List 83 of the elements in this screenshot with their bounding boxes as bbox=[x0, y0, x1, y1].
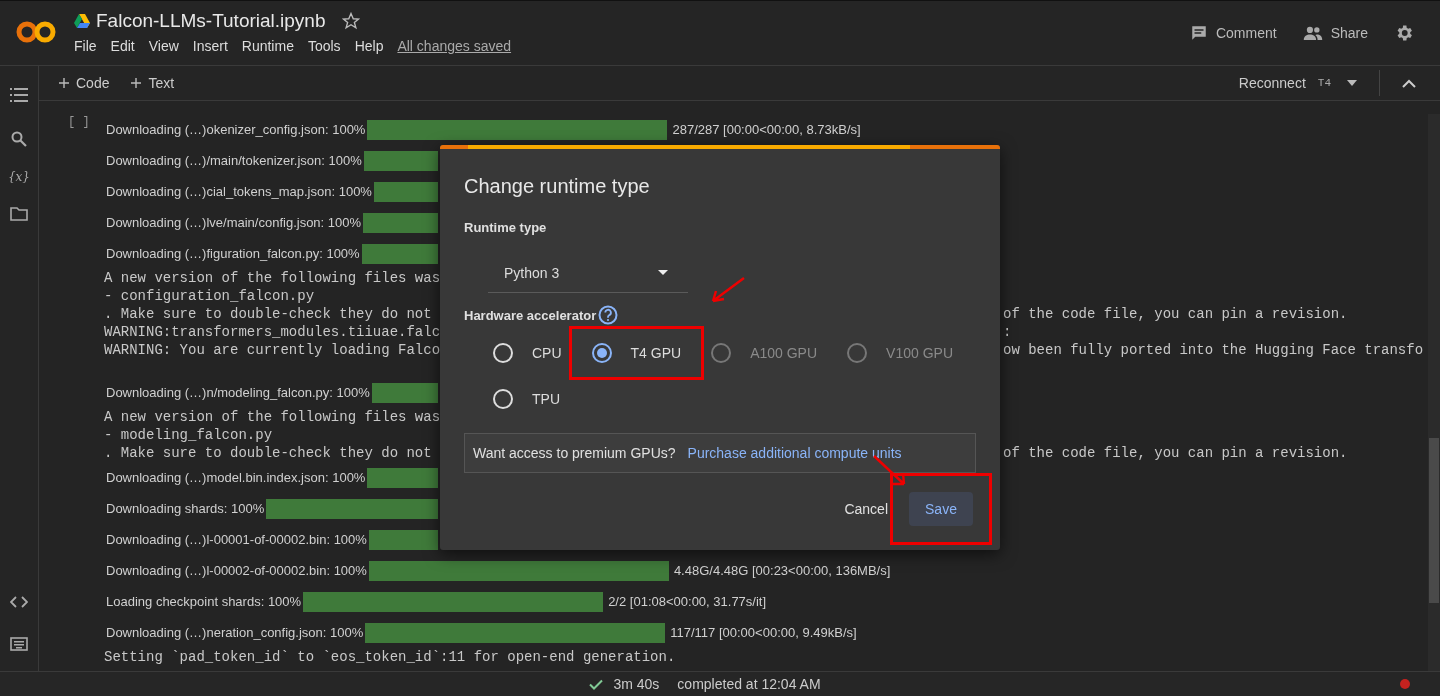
comment-button[interactable]: Comment bbox=[1189, 24, 1277, 42]
menu-item[interactable]: Runtime bbox=[241, 38, 294, 54]
output-text: A new version of the following files was bbox=[104, 409, 441, 425]
menu-item[interactable]: Insert bbox=[192, 38, 228, 54]
output-text: : bbox=[1003, 324, 1012, 340]
progress-bar bbox=[368, 529, 438, 550]
output-text: of the code file, you can pin a revision. bbox=[1003, 306, 1348, 322]
reconnect-button[interactable]: Reconnect bbox=[1238, 75, 1306, 91]
keyboard-icon[interactable] bbox=[10, 637, 28, 651]
dialog-title: Change runtime type bbox=[464, 175, 650, 199]
progress-stats: 4.48G/4.48G [00:23<00:00, 136MB/s] bbox=[673, 563, 891, 578]
progress-stats: 117/117 [00:00<00:00, 9.49kB/s] bbox=[670, 625, 857, 640]
progress-label: Downloading (…)l-00002-of-00002.bin: 100% bbox=[106, 563, 367, 578]
progress-label: Downloading (…)cial_tokens_map.json: 100% bbox=[106, 184, 372, 199]
caret-icon[interactable] bbox=[1347, 80, 1357, 86]
save-status-link[interactable]: All changes saved bbox=[397, 38, 512, 54]
output-text: WARNING: You are currently loading Falco bbox=[104, 342, 441, 358]
menu-item[interactable]: File bbox=[74, 38, 97, 54]
progress-stats: 287/287 [00:00<00:00, 8.73kB/s] bbox=[672, 122, 861, 137]
drive-icon[interactable] bbox=[74, 14, 90, 28]
people-icon[interactable] bbox=[1302, 26, 1323, 40]
save-button[interactable]: Save bbox=[909, 492, 973, 526]
cell-run-bracket[interactable]: [ ] bbox=[68, 115, 90, 129]
progress-label: Downloading (…)lve/main/config.json: 100% bbox=[106, 215, 362, 230]
plus-icon[interactable] bbox=[131, 78, 142, 88]
collapse-icon[interactable] bbox=[1402, 78, 1416, 88]
radio-option[interactable]: CPU bbox=[493, 343, 562, 364]
plus-icon[interactable] bbox=[59, 78, 69, 88]
progress-label: Downloading (…)figuration_falcon.py: 100% bbox=[106, 246, 360, 261]
progress-label: Downloading (…)neration_config.json: 100% bbox=[106, 625, 364, 640]
menu-item[interactable]: View bbox=[148, 38, 179, 54]
runtime-select[interactable]: Python 3 bbox=[488, 253, 688, 294]
output-text: ow been fully ported into the Hugging Face transfo bbox=[1003, 342, 1424, 358]
status-dot-icon bbox=[1400, 679, 1410, 689]
output-text: - configuration_falcon.py bbox=[104, 288, 315, 304]
run-duration: 3m 40s bbox=[613, 676, 660, 692]
status-message: completed at 12:04 AM bbox=[677, 676, 821, 692]
caret-icon[interactable] bbox=[658, 270, 668, 276]
progress-bar bbox=[373, 181, 438, 202]
output-text: of the code file, you can pin a revision. bbox=[1003, 445, 1348, 461]
code-icon[interactable] bbox=[10, 596, 28, 608]
progress-bar bbox=[371, 382, 438, 403]
scrollbar-thumb[interactable] bbox=[1429, 438, 1439, 603]
logo-icon[interactable] bbox=[16, 20, 56, 44]
output-text: WARNING:transformers_modules.tiiuae.falc bbox=[104, 324, 441, 340]
share-button[interactable]: Share bbox=[1302, 25, 1368, 41]
output-text: Setting `pad_token_id` to `eos_token_id`:11 for open-end generation. bbox=[104, 649, 676, 665]
progress-label: Loading checkpoint shards: 100% bbox=[106, 594, 302, 609]
add-cell-button[interactable]: Text bbox=[131, 75, 175, 91]
radio-option[interactable]: TPU bbox=[493, 389, 560, 410]
comment-icon[interactable] bbox=[1189, 24, 1208, 42]
purchase-link[interactable]: Purchase additional compute units bbox=[687, 445, 902, 462]
folder-icon[interactable] bbox=[10, 207, 28, 221]
progress-label: Downloading shards: 100% bbox=[106, 501, 265, 516]
menu-item[interactable]: Tools bbox=[307, 38, 341, 54]
variables-button[interactable]: {x} bbox=[7, 170, 30, 184]
accelerator-label: T4 bbox=[1317, 77, 1331, 89]
add-cell-button[interactable]: Code bbox=[59, 75, 110, 91]
progress-label: Downloading (…)/main/tokenizer.json: 100% bbox=[106, 153, 362, 168]
search-icon[interactable] bbox=[11, 131, 27, 147]
menu-item[interactable]: Edit bbox=[110, 38, 135, 54]
output-text: - modeling_falcon.py bbox=[104, 427, 273, 443]
section-heading: Hardware accelerator bbox=[464, 307, 597, 323]
menu-item[interactable]: Help bbox=[354, 38, 384, 54]
radio-option[interactable]: T4 GPU bbox=[568, 326, 705, 381]
annotation-arrow bbox=[710, 276, 746, 304]
output-text: . Make sure to double-check they do not bbox=[104, 445, 432, 461]
help-icon[interactable] bbox=[598, 305, 619, 326]
output-text: A new version of the following files was bbox=[104, 270, 441, 286]
progress-label: Downloading (…)n/modeling_falcon.py: 100% bbox=[106, 385, 370, 400]
progress-bar bbox=[367, 467, 438, 488]
output-text: . Make sure to double-check they do not bbox=[104, 306, 432, 322]
cancel-button[interactable]: Cancel bbox=[842, 493, 890, 525]
check-icon bbox=[589, 678, 604, 690]
progress-label: Downloading (…)l-00001-of-00002.bin: 100% bbox=[106, 532, 367, 547]
progress-stats: 2/2 [01:08<00:00, 31.77s/it] bbox=[608, 594, 767, 609]
star-icon[interactable] bbox=[341, 12, 360, 30]
info-text: Want access to premium GPUs? bbox=[473, 445, 676, 462]
notebook-title[interactable]: Falcon-LLMs-Tutorial.ipynb bbox=[96, 10, 326, 32]
section-heading: Runtime type bbox=[464, 220, 547, 236]
table-of-contents-icon[interactable] bbox=[10, 88, 28, 102]
progress-label: Downloading (…)okenizer_config.json: 100% bbox=[106, 122, 366, 137]
progress-label: Downloading (…)model.bin.index.json: 100% bbox=[106, 470, 366, 485]
